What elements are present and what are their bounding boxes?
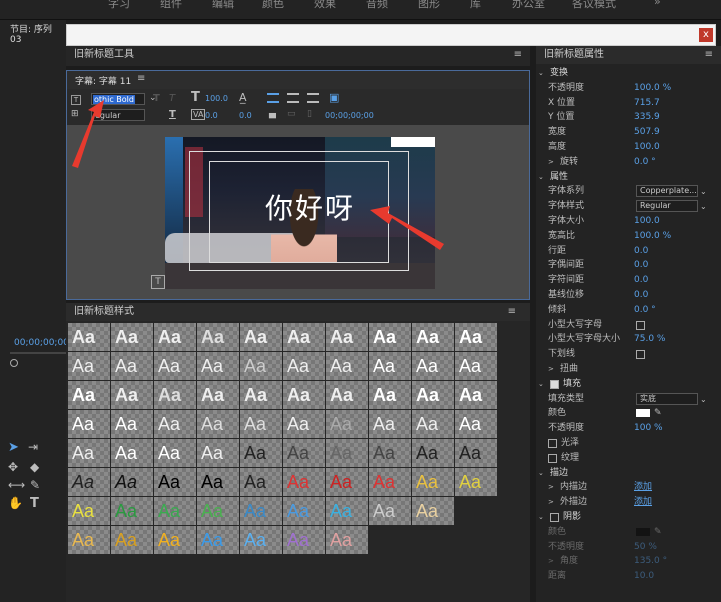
- arrow-font-pointer: [72, 100, 104, 168]
- annotation-arrows: [72, 100, 444, 250]
- arrow-title-pointer: [370, 206, 444, 250]
